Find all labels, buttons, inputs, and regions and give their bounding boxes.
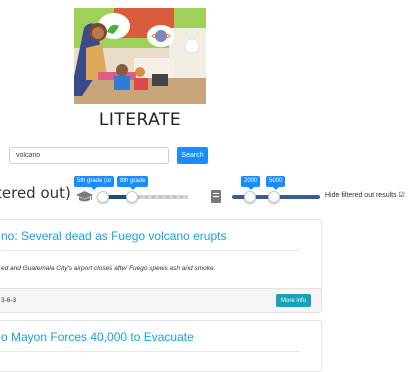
length-slider-max-handle[interactable] xyxy=(268,191,280,203)
card-divider xyxy=(1,351,299,352)
grade-slider-max-handle[interactable] xyxy=(126,191,138,203)
graduation-cap-icon xyxy=(76,191,93,202)
hero-illustration xyxy=(74,8,206,104)
length-min-badge: 2000 xyxy=(241,176,261,190)
hide-filtered-toggle[interactable]: Hide filtered out results ☑ xyxy=(325,191,405,199)
result-description: ed and Guatemala City's airport closes a… xyxy=(1,265,216,272)
result-footer: 3-6-3 More info xyxy=(0,288,321,312)
filter-heading: tered out) xyxy=(0,184,71,202)
more-info-button[interactable]: More info xyxy=(275,294,311,307)
length-max-badge: 5000 xyxy=(266,176,286,190)
card-divider xyxy=(1,250,299,251)
grade-slider-min-handle[interactable] xyxy=(97,191,109,203)
book-icon xyxy=(211,190,221,203)
length-slider-min-handle[interactable] xyxy=(244,191,256,203)
grade-min-badge: 5th grade (or xyxy=(74,176,115,190)
result-title[interactable]: o Mayon Forces 40,000 to Evacuate xyxy=(1,330,194,344)
result-card: no: Several dead as Fuego volcano erupts… xyxy=(0,219,322,313)
brand-title: LITERATE xyxy=(98,110,182,130)
search-button[interactable]: Search xyxy=(177,147,208,164)
result-date: 3-6-3 xyxy=(1,297,17,304)
search-input[interactable] xyxy=(9,147,169,164)
result-card: o Mayon Forces 40,000 to Evacuate xyxy=(0,320,322,372)
grade-max-badge: 8th grade xyxy=(117,176,149,190)
result-title[interactable]: no: Several dead as Fuego volcano erupts xyxy=(1,229,226,243)
